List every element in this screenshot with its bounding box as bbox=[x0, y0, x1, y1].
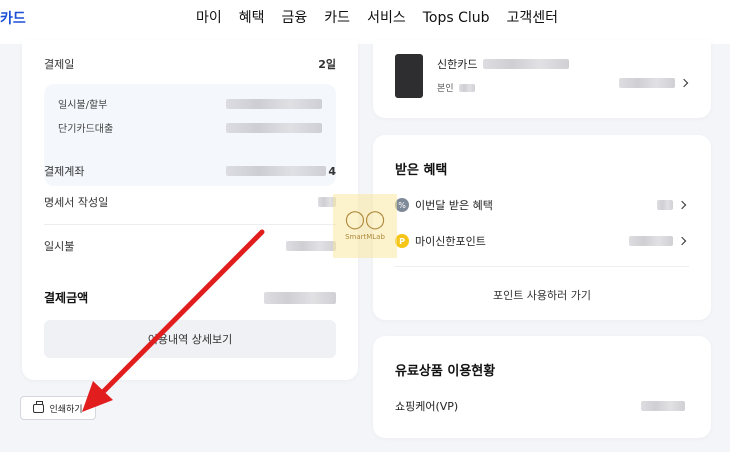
pay-day-label: 결제일 bbox=[44, 58, 75, 71]
installment-label: 일시불/할부 bbox=[58, 100, 108, 111]
card-name-row: 신한카드 bbox=[437, 56, 570, 72]
account-value: 4 bbox=[226, 165, 336, 178]
month-benefit-right bbox=[657, 200, 687, 210]
point-value-redacted bbox=[629, 236, 673, 246]
statement-label: 명세서 작성일 bbox=[44, 196, 109, 209]
month-benefit-row[interactable]: % 이번달 받은 혜택 bbox=[395, 197, 687, 213]
point-icon: P bbox=[395, 234, 409, 248]
top-header: 카드 마이 혜택 금융 카드 서비스 Tops Club 고객센터 bbox=[0, 0, 730, 44]
nav-card[interactable]: 카드 bbox=[324, 8, 350, 38]
pay-day-row: 결제일 2일 bbox=[44, 56, 336, 72]
total-row: 결제금액 bbox=[44, 289, 336, 306]
benefits-card: 받은 혜택 % 이번달 받은 혜택 P 마이신한포인트 포인트 사용하러 가기 bbox=[373, 135, 711, 320]
lump-amount-redacted bbox=[286, 241, 336, 251]
main-nav: 마이 혜택 금융 카드 서비스 Tops Club 고객센터 bbox=[196, 8, 575, 44]
paid-product-label: 쇼핑케어(VP) bbox=[395, 400, 459, 413]
nav-finance[interactable]: 금융 bbox=[282, 8, 308, 38]
statement-row: 명세서 작성일 bbox=[44, 194, 336, 210]
total-label: 결제금액 bbox=[44, 291, 89, 305]
short-loan-label: 단기카드대출 bbox=[58, 124, 114, 135]
card-number-redacted bbox=[483, 59, 570, 69]
nav-services[interactable]: 서비스 bbox=[367, 8, 406, 38]
owner-detail-redacted bbox=[458, 83, 475, 92]
watermark-logo: ◯◯ SmartMLab bbox=[333, 194, 397, 258]
card-image bbox=[395, 54, 423, 98]
lump-row: 일시불 bbox=[44, 238, 336, 254]
print-label: 인쇄하기 bbox=[49, 404, 83, 415]
percent-icon: % bbox=[395, 198, 409, 212]
short-loan-row: 단기카드대출 bbox=[58, 120, 322, 135]
total-amount-redacted bbox=[264, 291, 336, 304]
installment-row: 일시불/할부 bbox=[58, 96, 322, 111]
brand-logo[interactable]: 카드 bbox=[0, 8, 26, 28]
nav-tops-club[interactable]: Tops Club bbox=[423, 8, 490, 38]
card-owner-row: 본인 bbox=[437, 81, 475, 94]
card-owner: 본인 bbox=[437, 84, 454, 94]
account-tail: 4 bbox=[328, 164, 336, 178]
pay-day-value: 2일 bbox=[318, 58, 336, 71]
short-loan-amount-redacted bbox=[226, 122, 322, 133]
point-label: 마이신한포인트 bbox=[415, 235, 486, 248]
print-button[interactable]: 인쇄하기 bbox=[20, 396, 96, 420]
card-summary[interactable]: 신한카드 본인 bbox=[373, 40, 711, 118]
nav-customer-center[interactable]: 고객센터 bbox=[507, 8, 559, 38]
installment-amount-redacted bbox=[226, 98, 322, 109]
glasses-icon: ◯◯ bbox=[344, 209, 386, 230]
paid-products-title: 유료상품 이용현황 bbox=[395, 364, 496, 379]
chevron-right-icon bbox=[679, 78, 689, 88]
account-row: 결제계좌 4 bbox=[44, 163, 336, 179]
divider bbox=[395, 266, 689, 267]
chevron-right-icon bbox=[677, 236, 687, 246]
card-amount[interactable] bbox=[619, 78, 689, 88]
lump-label: 일시불 bbox=[44, 240, 75, 253]
point-left: P 마이신한포인트 bbox=[395, 233, 486, 249]
point-row[interactable]: P 마이신한포인트 bbox=[395, 233, 687, 249]
billing-card: 결제일 2일 일시불/할부 단기카드대출 결제계좌 4 명세서 작성일 일시불 … bbox=[22, 40, 358, 380]
paid-product-value-redacted bbox=[641, 401, 685, 411]
card-amount-redacted bbox=[619, 78, 675, 88]
month-benefit-value-redacted bbox=[657, 200, 673, 210]
point-right bbox=[629, 236, 687, 246]
account-label: 결제계좌 bbox=[44, 165, 85, 178]
month-benefit-left: % 이번달 받은 혜택 bbox=[395, 197, 493, 213]
account-number-redacted bbox=[226, 166, 327, 176]
benefits-title: 받은 혜택 bbox=[395, 163, 448, 178]
card-name: 신한카드 bbox=[437, 58, 478, 71]
paid-product-row[interactable]: 쇼핑케어(VP) bbox=[395, 398, 685, 414]
paid-products-card: 유료상품 이용현황 쇼핑케어(VP) bbox=[373, 336, 711, 438]
watermark-text: SmartMLab bbox=[345, 233, 385, 241]
usage-detail-button[interactable]: 이용내역 상세보기 bbox=[44, 320, 336, 358]
printer-icon bbox=[33, 401, 45, 413]
nav-my[interactable]: 마이 bbox=[196, 8, 222, 44]
divider bbox=[44, 224, 336, 225]
nav-benefits[interactable]: 혜택 bbox=[239, 8, 265, 38]
chevron-right-icon bbox=[677, 200, 687, 210]
use-points-link[interactable]: 포인트 사용하러 가기 bbox=[373, 287, 711, 303]
month-benefit-label: 이번달 받은 혜택 bbox=[415, 199, 493, 212]
